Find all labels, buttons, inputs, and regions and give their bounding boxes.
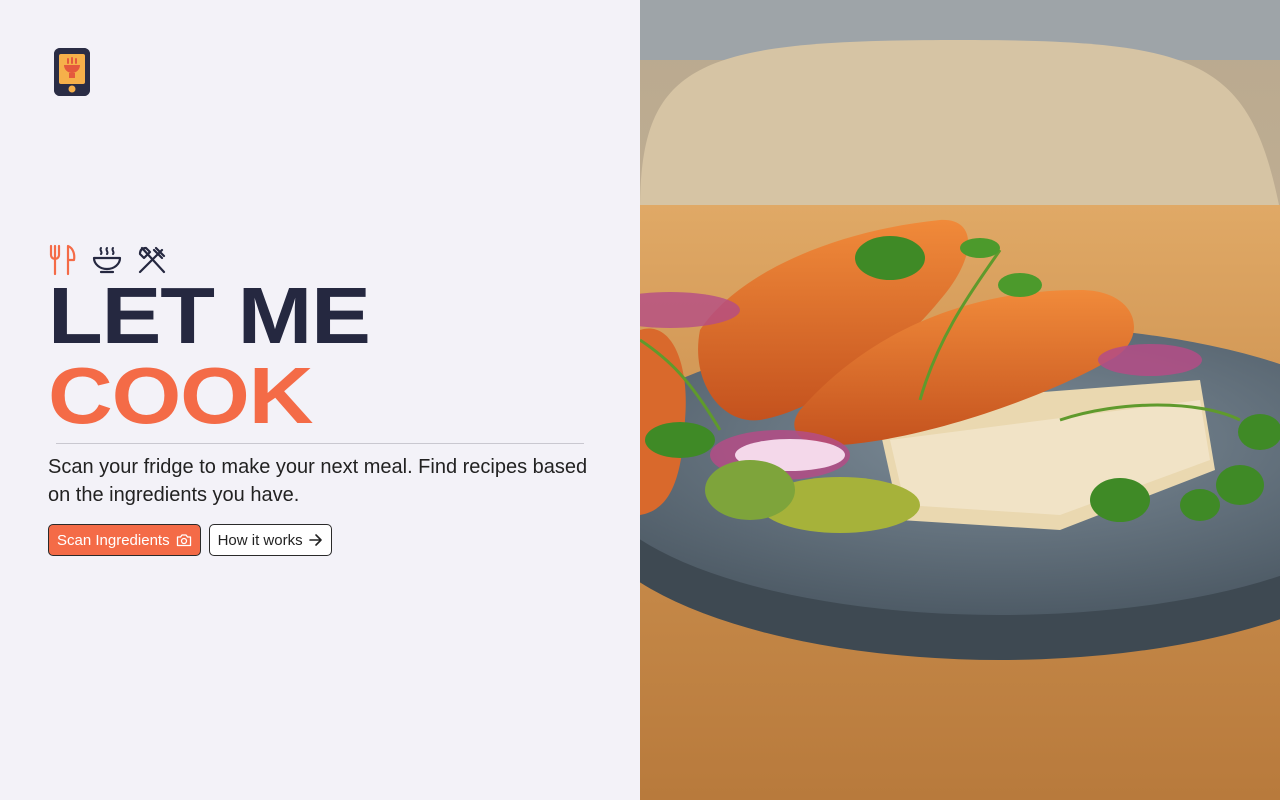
left-panel: LET ME COOK Scan your fridge to make you… xyxy=(0,0,640,800)
salmon-dish-photo xyxy=(640,0,1280,800)
arrow-right-icon xyxy=(308,534,322,546)
headline-line-2: COOK xyxy=(48,351,313,440)
hero-headline: LET ME COOK xyxy=(48,276,371,436)
hero-description: Scan your fridge to make your next meal.… xyxy=(48,456,588,506)
how-it-works-button[interactable]: How it works xyxy=(208,524,332,556)
how-it-works-label: How it works xyxy=(217,531,303,549)
app-logo[interactable] xyxy=(54,48,90,96)
headline-line-1: LET ME xyxy=(48,271,371,360)
scan-ingredients-label: Scan Ingredients xyxy=(57,531,170,549)
phone-bowl-icon xyxy=(54,48,90,96)
scan-ingredients-button[interactable]: Scan Ingredients xyxy=(48,524,201,556)
hero-photo xyxy=(640,0,1280,800)
divider xyxy=(56,443,584,444)
camera-icon xyxy=(176,534,191,547)
hero-buttons: Scan Ingredients How it works xyxy=(48,524,332,556)
